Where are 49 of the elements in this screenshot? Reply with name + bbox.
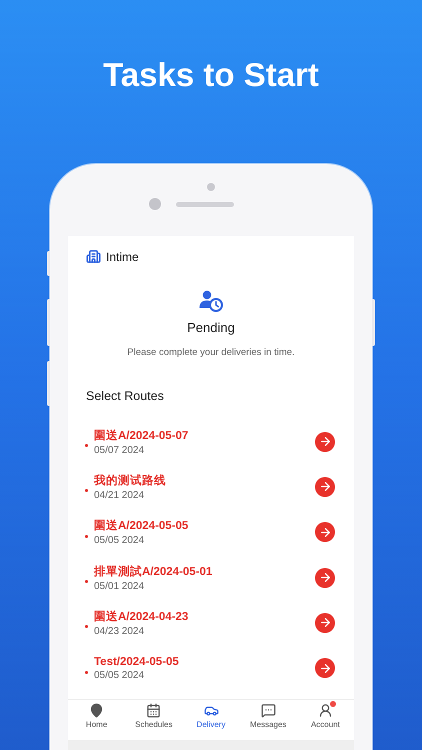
tab-item[interactable]: Delivery bbox=[182, 700, 240, 740]
tab-item[interactable]: Account bbox=[296, 700, 354, 740]
open-route-button[interactable] bbox=[315, 522, 335, 542]
open-route-button[interactable] bbox=[315, 432, 335, 452]
open-route-button[interactable] bbox=[315, 612, 335, 633]
route-date: 05/07 2024 bbox=[94, 444, 146, 456]
route-name: 排單測試A/2024-05-01 bbox=[94, 564, 214, 579]
route-date: 05/01 2024 bbox=[94, 580, 146, 592]
route-date: 04/21 2024 bbox=[94, 490, 146, 501]
chat-icon bbox=[260, 703, 276, 718]
route-date: 04/23 2024 bbox=[94, 626, 146, 637]
tab-item[interactable]: Home bbox=[68, 700, 126, 740]
section-heading: Select Routes bbox=[86, 389, 165, 403]
bullet-dot bbox=[85, 625, 88, 628]
route-name: 圍送A/2024-04-23 bbox=[94, 610, 190, 624]
arrow-right-icon bbox=[318, 616, 332, 630]
route-name: Test/2024-05-05 bbox=[94, 656, 180, 668]
company-name: Intime bbox=[106, 250, 139, 264]
map-pin-icon bbox=[89, 703, 104, 718]
user-icon bbox=[318, 703, 333, 718]
speaker-grille bbox=[176, 202, 234, 206]
hero-title: Tasks to Start bbox=[103, 55, 319, 95]
status-title: Pending bbox=[187, 320, 235, 335]
route-name: 圍送A/2024-05-07 bbox=[94, 428, 190, 443]
arrow-right-icon bbox=[318, 435, 332, 448]
route-date: 05/05 2024 bbox=[94, 535, 146, 546]
route-name: 我的测试路线 bbox=[94, 473, 167, 488]
building-icon bbox=[86, 249, 101, 264]
sensor-dot bbox=[207, 183, 215, 191]
user-clock-icon bbox=[199, 290, 223, 312]
calendar-icon bbox=[146, 703, 162, 718]
bullet-dot bbox=[85, 534, 88, 538]
arrow-right-icon bbox=[318, 526, 332, 539]
open-route-button[interactable] bbox=[315, 568, 335, 588]
camera-dot bbox=[149, 198, 161, 210]
arrow-right-icon bbox=[318, 480, 332, 494]
arrow-right-icon bbox=[318, 571, 332, 584]
route-date: 05/05 2024 bbox=[94, 670, 146, 681]
bullet-dot bbox=[85, 489, 88, 492]
bullet-dot bbox=[85, 670, 88, 674]
status-message: Please complete your deliveries in time. bbox=[127, 347, 295, 358]
tab-item[interactable]: Messages bbox=[240, 700, 297, 740]
route-name: 圍送A/2024-05-05 bbox=[94, 518, 190, 534]
arrow-right-icon bbox=[318, 662, 332, 675]
bullet-dot bbox=[85, 580, 88, 584]
open-route-button[interactable] bbox=[315, 658, 335, 678]
tab-item[interactable]: Schedules bbox=[125, 700, 182, 740]
bullet-dot bbox=[85, 444, 88, 448]
open-route-button[interactable] bbox=[315, 476, 335, 497]
